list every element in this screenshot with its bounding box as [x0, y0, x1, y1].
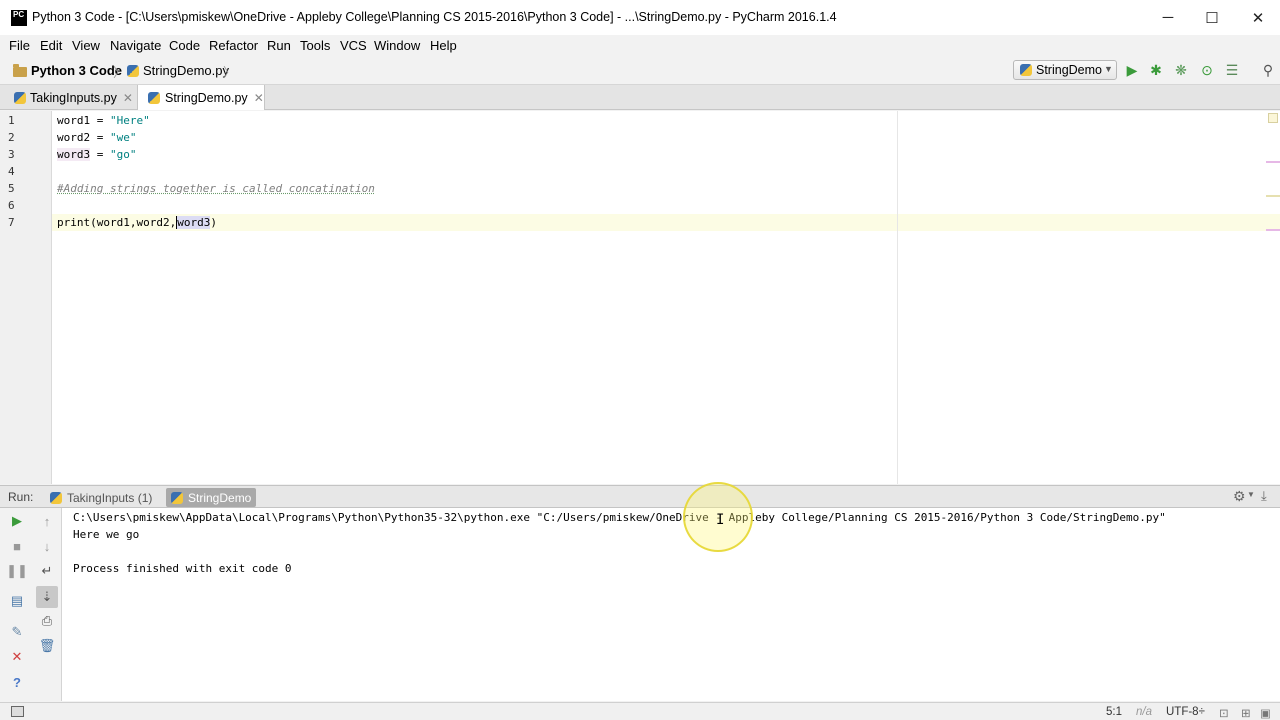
chevron-down-icon[interactable]: ▼	[1247, 490, 1255, 499]
menu-help[interactable]: Help	[430, 38, 457, 53]
up-arrow-icon[interactable]: ↑	[38, 512, 56, 530]
text-cursor-icon: I	[716, 512, 725, 528]
code-line: print(word1,word2,word3)	[57, 216, 217, 229]
down-arrow-icon[interactable]: ↓	[38, 537, 56, 555]
error-stripe-mark[interactable]	[1266, 161, 1280, 163]
profile-icon[interactable]: ⊙	[1198, 61, 1216, 79]
maximize-button[interactable]: ☐	[1189, 0, 1235, 35]
line-number: 5	[8, 182, 15, 195]
menu-edit[interactable]: Edit	[40, 38, 62, 53]
console-line: Process finished with exit code 0	[73, 562, 292, 575]
close-window-button[interactable]: ✕	[1235, 0, 1280, 35]
restore-layout-icon[interactable]: ▤	[8, 592, 26, 610]
tab-label: StringDemo.py	[165, 90, 248, 105]
gear-icon[interactable]: ⚙	[1233, 488, 1246, 505]
line-number-gutter: 1 2 3 4 5 6 7	[0, 111, 52, 484]
code-line: word1 = "Here"	[57, 114, 150, 127]
run-console[interactable]: C:\Users\pmiskew\AppData\Local\Programs\…	[62, 508, 1280, 701]
close-run-icon[interactable]: ✕	[8, 648, 26, 666]
chevron-down-icon: ▼	[1104, 64, 1113, 74]
console-line: Here we go	[73, 528, 140, 541]
tab-takinginputs[interactable]: TakingInputs.py ✕	[0, 85, 137, 110]
tab-stringdemo[interactable]: StringDemo.py ✕	[137, 85, 265, 110]
run-icon[interactable]: ▶	[1123, 61, 1141, 79]
line-number: 2	[8, 131, 15, 144]
pycharm-logo-icon: PC	[11, 10, 27, 26]
close-tab-icon[interactable]: ✕	[123, 91, 133, 105]
run-tab-stringdemo[interactable]: StringDemo	[166, 488, 256, 507]
right-margin-guide	[897, 111, 898, 484]
run-config-label: StringDemo	[1036, 63, 1102, 77]
tool-windows-icon[interactable]	[11, 706, 24, 717]
python-file-icon	[127, 65, 139, 77]
pause-icon[interactable]: ❚❚	[6, 562, 28, 580]
breadcrumb-file[interactable]: StringDemo.py	[143, 63, 229, 78]
breadcrumb-project[interactable]: Python 3 Code	[31, 63, 122, 78]
editor-tab-bar: TakingInputs.py ✕ StringDemo.py ✕	[0, 85, 1280, 110]
lock-icon[interactable]: ⊡	[1219, 706, 1229, 720]
menu-run[interactable]: Run	[267, 38, 291, 53]
soft-wrap-icon[interactable]: ↵	[38, 562, 56, 580]
structure-icon[interactable]: ☰	[1223, 61, 1241, 79]
python-file-icon	[1020, 64, 1032, 76]
menu-bar: File Edit View Navigate Code Refactor Ru…	[0, 35, 1280, 56]
python-file-icon	[14, 91, 26, 104]
run-panel-label: Run:	[8, 490, 34, 504]
pin-tab-icon[interactable]: ✎	[8, 623, 26, 641]
encoding-status[interactable]: UTF-8÷	[1166, 706, 1205, 718]
code-comment: #Adding strings together is called conca…	[57, 182, 375, 195]
coverage-icon[interactable]: ❋	[1172, 61, 1190, 79]
chevron-right-icon: 〉	[113, 65, 127, 80]
run-tab-takinginputs[interactable]: TakingInputs (1)	[46, 488, 158, 507]
menu-navigate[interactable]: Navigate	[110, 38, 161, 53]
tab-label: TakingInputs.py	[30, 90, 117, 105]
inspector-icon[interactable]: ⊞	[1241, 706, 1251, 720]
python-file-icon	[50, 491, 62, 504]
console-line: C:\Users\pmiskew\AppData\Local\Programs\…	[73, 511, 1166, 524]
print-icon[interactable]: ⎙	[38, 612, 56, 630]
minimize-button[interactable]: ─	[1145, 0, 1191, 35]
line-number: 4	[8, 165, 15, 178]
scroll-to-end-icon[interactable]: ⇣	[36, 586, 58, 608]
folder-icon	[13, 64, 27, 77]
hide-panel-icon[interactable]: ⤓	[1261, 488, 1267, 504]
chevron-right-icon: 〉	[223, 65, 237, 80]
run-panel-toolbar: ▶ ■ ❚❚ ▤ ✎ ✕ ? ↑ ↓ ↵ ⇣ ⎙ 🗑	[0, 508, 62, 701]
trash-icon[interactable]: 🗑	[38, 637, 56, 655]
run-panel-header: Run: TakingInputs (1) StringDemo ⚙ ▼ ⤓	[0, 485, 1280, 508]
stop-icon[interactable]: ■	[8, 537, 26, 555]
menu-refactor[interactable]: Refactor	[209, 38, 258, 53]
run-configuration-dropdown[interactable]: StringDemo ▼	[1013, 60, 1117, 80]
error-stripe-mark[interactable]	[1266, 229, 1280, 231]
inspection-status-icon[interactable]	[1268, 113, 1278, 123]
error-stripe-mark[interactable]	[1266, 195, 1280, 197]
python-file-icon	[171, 491, 183, 504]
menu-view[interactable]: View	[72, 38, 100, 53]
status-bar: 5:1 n/a UTF-8÷ ⊡ ⊞ ▣	[0, 702, 1280, 720]
line-number: 1	[8, 114, 15, 127]
menu-code[interactable]: Code	[169, 38, 200, 53]
line-number: 3	[8, 148, 15, 161]
event-log-icon[interactable]: ▣	[1260, 706, 1271, 720]
code-editor[interactable]: 1 2 3 4 5 6 7 word1 = "Here" word2 = "we…	[0, 111, 1280, 484]
menu-tools[interactable]: Tools	[300, 38, 330, 53]
debug-icon[interactable]: ✱	[1147, 61, 1165, 79]
search-icon[interactable]: ⚲	[1259, 61, 1277, 79]
help-icon[interactable]: ?	[8, 673, 26, 691]
code-line: word2 = "we"	[57, 131, 137, 144]
menu-vcs[interactable]: VCS	[340, 38, 367, 53]
rerun-icon[interactable]: ▶	[8, 512, 26, 530]
line-number: 7	[8, 216, 15, 229]
python-file-icon	[148, 91, 160, 104]
menu-file[interactable]: File	[9, 38, 30, 53]
window-title: Python 3 Code - [C:\Users\pmiskew\OneDri…	[32, 10, 837, 24]
line-number: 6	[8, 199, 15, 212]
current-line-highlight	[52, 214, 1280, 231]
cursor-position[interactable]: 5:1	[1106, 706, 1122, 718]
window-title-bar: PC Python 3 Code - [C:\Users\pmiskew\One…	[0, 0, 1280, 35]
menu-window[interactable]: Window	[374, 38, 420, 53]
code-line: word3 = "go"	[57, 148, 137, 161]
close-tab-icon[interactable]: ✕	[254, 91, 264, 105]
line-separator-status: n/a	[1136, 706, 1152, 718]
